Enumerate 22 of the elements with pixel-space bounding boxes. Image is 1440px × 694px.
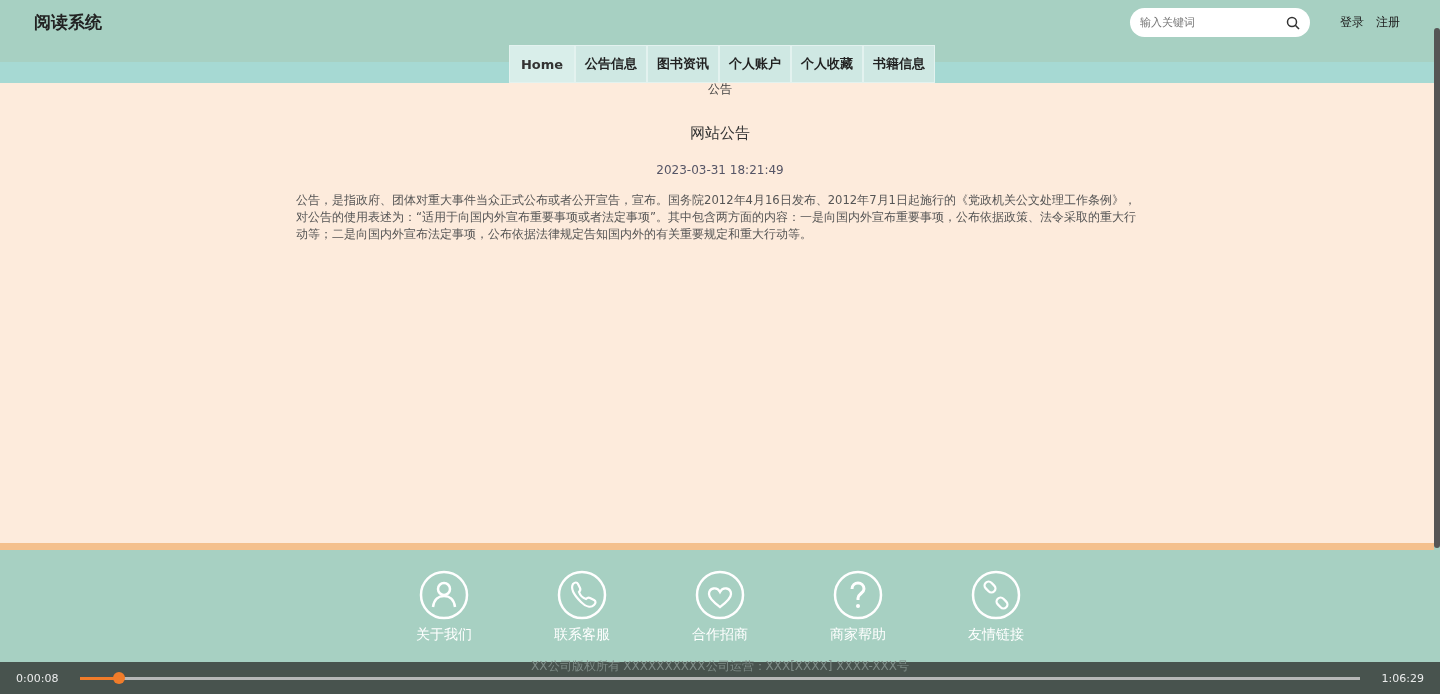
phone-icon[interactable]: [557, 570, 607, 620]
current-time: 0:00:08: [16, 671, 59, 685]
search-icon[interactable]: [1286, 16, 1300, 30]
duration-time: 1:06:29: [1381, 671, 1424, 685]
nav-tab[interactable]: 个人账户: [719, 45, 792, 83]
progress-thumb[interactable]: [112, 671, 125, 684]
nav-tab[interactable]: 书籍信息: [863, 45, 936, 83]
header-link[interactable]: 注册: [1376, 14, 1400, 31]
person-icon[interactable]: [419, 570, 469, 620]
breadcrumb: 公告: [708, 81, 732, 98]
article-body: 公告，是指政府、团体对重大事件当众正式公布或者公开宣告，宣布。国务院2012年4月16日发布、2012年7月1日起施行的《党政机关公文处理工作条例》，对公告的使用表述为：“适用于向国内外宣布重要事项或者法定事项”。其中包含两方面的内容：一是向国内外宣布重要事项，公布依据政策、法令采取的重大行动等；二是向国内外宣布法定事项，公布依据法律规定告知国内外的有关重要规定和重大行动等。: [296, 192, 1137, 243]
article-date: 2023-03-31 18:21:49: [656, 163, 784, 177]
article-title: 网站公告: [690, 124, 750, 143]
nav-tab[interactable]: 个人收藏: [791, 45, 864, 83]
site-logo: 阅读系统: [34, 11, 102, 34]
link-icon[interactable]: [971, 570, 1021, 620]
search-field[interactable]: 输入关键词: [1130, 8, 1310, 37]
nav-tab[interactable]: 公告信息: [575, 45, 648, 83]
nav-tab[interactable]: Home: [508, 45, 576, 83]
help-icon[interactable]: [833, 570, 883, 620]
header-link[interactable]: 登录: [1340, 14, 1364, 31]
nav-tab[interactable]: 图书资讯: [647, 45, 720, 83]
